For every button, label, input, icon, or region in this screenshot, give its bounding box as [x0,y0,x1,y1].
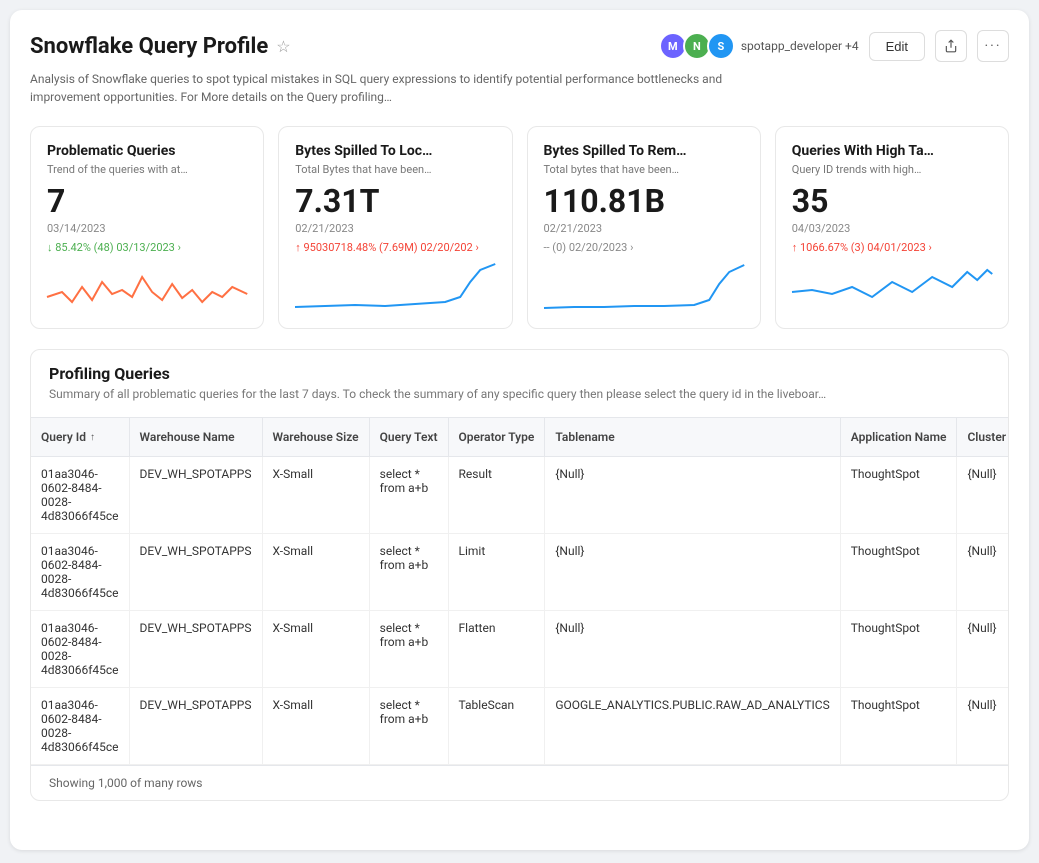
th-operator-type[interactable]: Operator Type [448,418,545,457]
kpi-desc-0: Trend of the queries with at… [47,163,247,176]
table-cell-1-2: X-Small [262,534,369,611]
table-cell-2-6: ThoughtSpot [840,611,957,688]
kpi-card-high-ta[interactable]: Queries With High Ta… Query ID trends wi… [775,126,1009,329]
kpi-value-3: 35 [792,182,992,220]
kpi-title-1: Bytes Spilled To Loc… [295,143,495,159]
th-application-name[interactable]: Application Name [840,418,957,457]
kpi-change-0: ↓ 85.42% (48) 03/13/2023 › [47,241,247,254]
table-row: 01aa3046-0602-8484-0028-4d83066f45ceDEV_… [31,688,1008,765]
table-cell-0-2: X-Small [262,457,369,534]
table-cell-0-5: {Null} [545,457,840,534]
table-cell-1-3: select * from a+b [369,534,448,611]
header: Snowflake Query Profile ☆ M N S spotapp_… [30,30,1009,62]
subtitle: Analysis of Snowflake queries to spot ty… [30,70,730,106]
table-cell-2-2: X-Small [262,611,369,688]
page-title: Snowflake Query Profile [30,34,268,59]
kpi-value-0: 7 [47,182,247,220]
profiling-desc: Summary of all problematic queries for t… [49,387,990,401]
table-row: 01aa3046-0602-8484-0028-4d83066f45ceDEV_… [31,457,1008,534]
profiling-table: Query Id ↑ Warehouse Name Warehouse Size… [31,417,1008,765]
profiling-header: Profiling Queries Summary of all problem… [31,350,1008,417]
more-options-button[interactable]: ··· [977,30,1009,62]
th-query-text[interactable]: Query Text [369,418,448,457]
table-row: 01aa3046-0602-8484-0028-4d83066f45ceDEV_… [31,534,1008,611]
kpi-chart-0 [47,262,247,312]
table-cell-1-6: ThoughtSpot [840,534,957,611]
share-icon-button[interactable] [935,30,967,62]
table-cell-2-5: {Null} [545,611,840,688]
kpi-card-problematic[interactable]: Problematic Queries Trend of the queries… [30,126,264,329]
kpi-value-1: 7.31T [295,182,495,220]
kpi-date-0: 03/14/2023 [47,222,247,235]
header-left: Snowflake Query Profile ☆ [30,34,291,59]
table-cell-1-1: DEV_WH_SPOTAPPS [129,534,262,611]
table-cell-3-2: X-Small [262,688,369,765]
sort-arrow-query-id: ↑ [90,432,95,443]
th-cluster-key[interactable]: Cluster Key [957,418,1008,457]
kpi-desc-1: Total Bytes that have been… [295,163,495,176]
kpi-row: Problematic Queries Trend of the queries… [30,126,1009,329]
avatars: M N S spotapp_developer +4 [659,32,859,60]
table-cell-0-4: Result [448,457,545,534]
header-right: M N S spotapp_developer +4 Edit ··· [659,30,1009,62]
table-cell-0-1: DEV_WH_SPOTAPPS [129,457,262,534]
th-warehouse-size[interactable]: Warehouse Size [262,418,369,457]
kpi-title-0: Problematic Queries [47,143,247,159]
table-cell-0-0: 01aa3046-0602-8484-0028-4d83066f45ce [31,457,129,534]
avatar-s: S [707,32,735,60]
kpi-change-2: -- (0) 02/20/2023 › [544,241,744,254]
kpi-card-bytes-local[interactable]: Bytes Spilled To Loc… Total Bytes that h… [278,126,512,329]
table-cell-1-7: {Null} [957,534,1008,611]
table-header-row: Query Id ↑ Warehouse Name Warehouse Size… [31,418,1008,457]
table-body: 01aa3046-0602-8484-0028-4d83066f45ceDEV_… [31,457,1008,765]
profiling-title: Profiling Queries [49,364,990,383]
star-icon[interactable]: ☆ [276,37,290,56]
table-cell-0-7: {Null} [957,457,1008,534]
table-cell-2-4: Flatten [448,611,545,688]
kpi-desc-3: Query ID trends with high… [792,163,992,176]
profiling-section: Profiling Queries Summary of all problem… [30,349,1009,801]
page-container: Snowflake Query Profile ☆ M N S spotapp_… [10,10,1029,850]
kpi-chart-2 [544,262,744,312]
table-cell-2-3: select * from a+b [369,611,448,688]
kpi-card-bytes-remote[interactable]: Bytes Spilled To Rem… Total bytes that h… [527,126,761,329]
kpi-title-2: Bytes Spilled To Rem… [544,143,744,159]
table-cell-3-1: DEV_WH_SPOTAPPS [129,688,262,765]
kpi-date-1: 02/21/2023 [295,222,495,235]
table-cell-3-4: TableScan [448,688,545,765]
table-cell-1-5: {Null} [545,534,840,611]
edit-button[interactable]: Edit [869,32,925,61]
kpi-chart-3 [792,262,992,312]
table-cell-3-6: ThoughtSpot [840,688,957,765]
table-footer: Showing 1,000 of many rows [31,765,1008,800]
kpi-change-3: ↑ 1066.67% (3) 04/01/2023 › [792,241,992,254]
table-cell-3-7: {Null} [957,688,1008,765]
th-warehouse-name[interactable]: Warehouse Name [129,418,262,457]
table-cell-3-3: select * from a+b [369,688,448,765]
table-wrapper[interactable]: Query Id ↑ Warehouse Name Warehouse Size… [31,417,1008,765]
kpi-value-2: 110.81B [544,182,744,220]
table-cell-3-0: 01aa3046-0602-8484-0028-4d83066f45ce [31,688,129,765]
kpi-date-3: 04/03/2023 [792,222,992,235]
kpi-chart-1 [295,262,495,312]
kpi-desc-2: Total bytes that have been… [544,163,744,176]
table-cell-2-1: DEV_WH_SPOTAPPS [129,611,262,688]
kpi-title-3: Queries With High Ta… [792,143,992,159]
table-cell-2-0: 01aa3046-0602-8484-0028-4d83066f45ce [31,611,129,688]
table-cell-1-4: Limit [448,534,545,611]
table-cell-3-5: GOOGLE_ANALYTICS.PUBLIC.RAW_AD_ANALYTICS [545,688,840,765]
table-cell-1-0: 01aa3046-0602-8484-0028-4d83066f45ce [31,534,129,611]
table-row: 01aa3046-0602-8484-0028-4d83066f45ceDEV_… [31,611,1008,688]
kpi-date-2: 02/21/2023 [544,222,744,235]
table-cell-0-3: select * from a+b [369,457,448,534]
user-count: spotapp_developer +4 [741,39,859,53]
th-tablename[interactable]: Tablename [545,418,840,457]
table-cell-2-7: {Null} [957,611,1008,688]
th-query-id[interactable]: Query Id ↑ [31,418,129,457]
table-cell-0-6: ThoughtSpot [840,457,957,534]
kpi-change-1: ↑ 95030718.48% (7.69M) 02/20/202 › [295,241,495,254]
